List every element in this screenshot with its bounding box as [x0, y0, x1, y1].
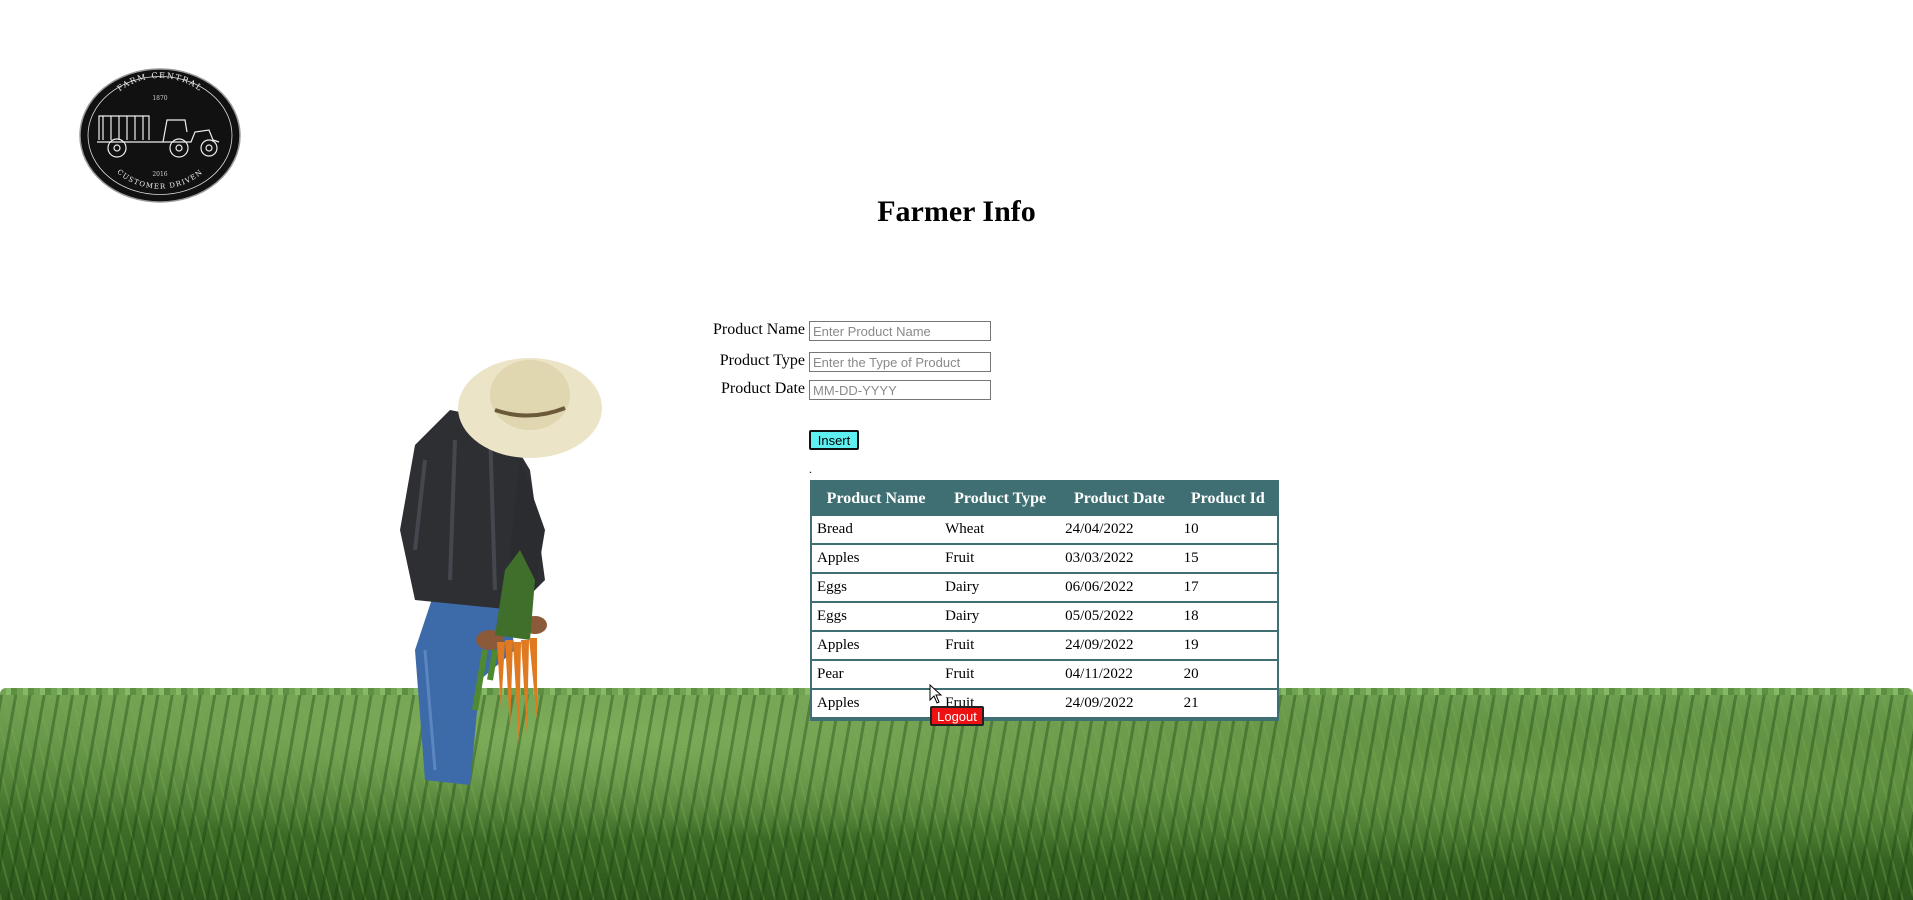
- product-date-input[interactable]: [809, 380, 991, 400]
- insert-button[interactable]: Insert: [809, 430, 859, 450]
- cell-product-date: 03/03/2022: [1060, 545, 1179, 572]
- cell-product-id: 18: [1178, 603, 1277, 630]
- cell-product-id: 21: [1178, 690, 1277, 717]
- cell-product-date: 24/09/2022: [1060, 632, 1179, 659]
- cell-product-date: 06/06/2022: [1060, 574, 1179, 601]
- cell-product-id: 17: [1178, 574, 1277, 601]
- cell-product-name: Apples: [812, 632, 941, 659]
- products-table: Product Name Product Type Product Date P…: [810, 480, 1279, 721]
- cell-product-date: 24/09/2022: [1060, 690, 1179, 717]
- header-product-name: Product Name: [812, 484, 941, 514]
- table-row: Bread Wheat 24/04/2022 10: [812, 516, 1277, 543]
- separator-dot: .: [809, 462, 812, 476]
- cell-product-type: Fruit: [940, 632, 1061, 659]
- cell-product-name: Bread: [812, 516, 941, 543]
- cell-product-type: Wheat: [940, 516, 1061, 543]
- cell-product-id: 10: [1178, 516, 1277, 543]
- logout-button[interactable]: Logout: [930, 706, 984, 726]
- farm-central-logo: FARM CENTRAL CUSTOMER DRIVEN 1870 2016: [79, 68, 241, 203]
- cell-product-type: Dairy: [940, 574, 1061, 601]
- cell-product-type: Dairy: [940, 603, 1061, 630]
- cell-product-id: 15: [1178, 545, 1277, 572]
- product-date-label: Product Date: [721, 380, 805, 397]
- cell-product-id: 20: [1178, 661, 1277, 688]
- mouse-cursor-icon: [929, 684, 943, 704]
- cell-product-date: 04/11/2022: [1060, 661, 1179, 688]
- table-row: Eggs Dairy 05/05/2022 18: [812, 603, 1277, 630]
- cell-product-name: Pear: [812, 661, 941, 688]
- cell-product-id: 19: [1178, 632, 1277, 659]
- product-type-input[interactable]: [809, 352, 991, 372]
- page-title: Farmer Info: [877, 195, 1036, 228]
- cell-product-name: Eggs: [812, 574, 941, 601]
- product-name-label: Product Name: [713, 321, 805, 338]
- table-row: Apples Fruit 03/03/2022 15: [812, 545, 1277, 572]
- product-name-input[interactable]: [809, 321, 991, 341]
- table-row: Eggs Dairy 06/06/2022 17: [812, 574, 1277, 601]
- farmer-holding-carrots-image: [400, 358, 602, 785]
- table-row: Pear Fruit 04/11/2022 20: [812, 661, 1277, 688]
- product-type-label: Product Type: [719, 352, 805, 369]
- cell-product-date: 05/05/2022: [1060, 603, 1179, 630]
- cell-product-type: Fruit: [940, 661, 1061, 688]
- cell-product-type: Fruit: [940, 545, 1061, 572]
- table-row: Apples Fruit 24/09/2022 21: [812, 690, 1277, 717]
- header-product-id: Product Id: [1178, 484, 1277, 514]
- header-product-date: Product Date: [1060, 484, 1179, 514]
- table-row: Apples Fruit 24/09/2022 19: [812, 632, 1277, 659]
- cell-product-date: 24/04/2022: [1060, 516, 1179, 543]
- cell-product-name: Apples: [812, 690, 941, 717]
- cell-product-name: Apples: [812, 545, 941, 572]
- table-header-row: Product Name Product Type Product Date P…: [812, 484, 1277, 514]
- cell-product-name: Eggs: [812, 603, 941, 630]
- logo-year-bottom: 2016: [152, 171, 167, 178]
- header-product-type: Product Type: [940, 484, 1061, 514]
- logo-year-top: 1870: [152, 95, 167, 102]
